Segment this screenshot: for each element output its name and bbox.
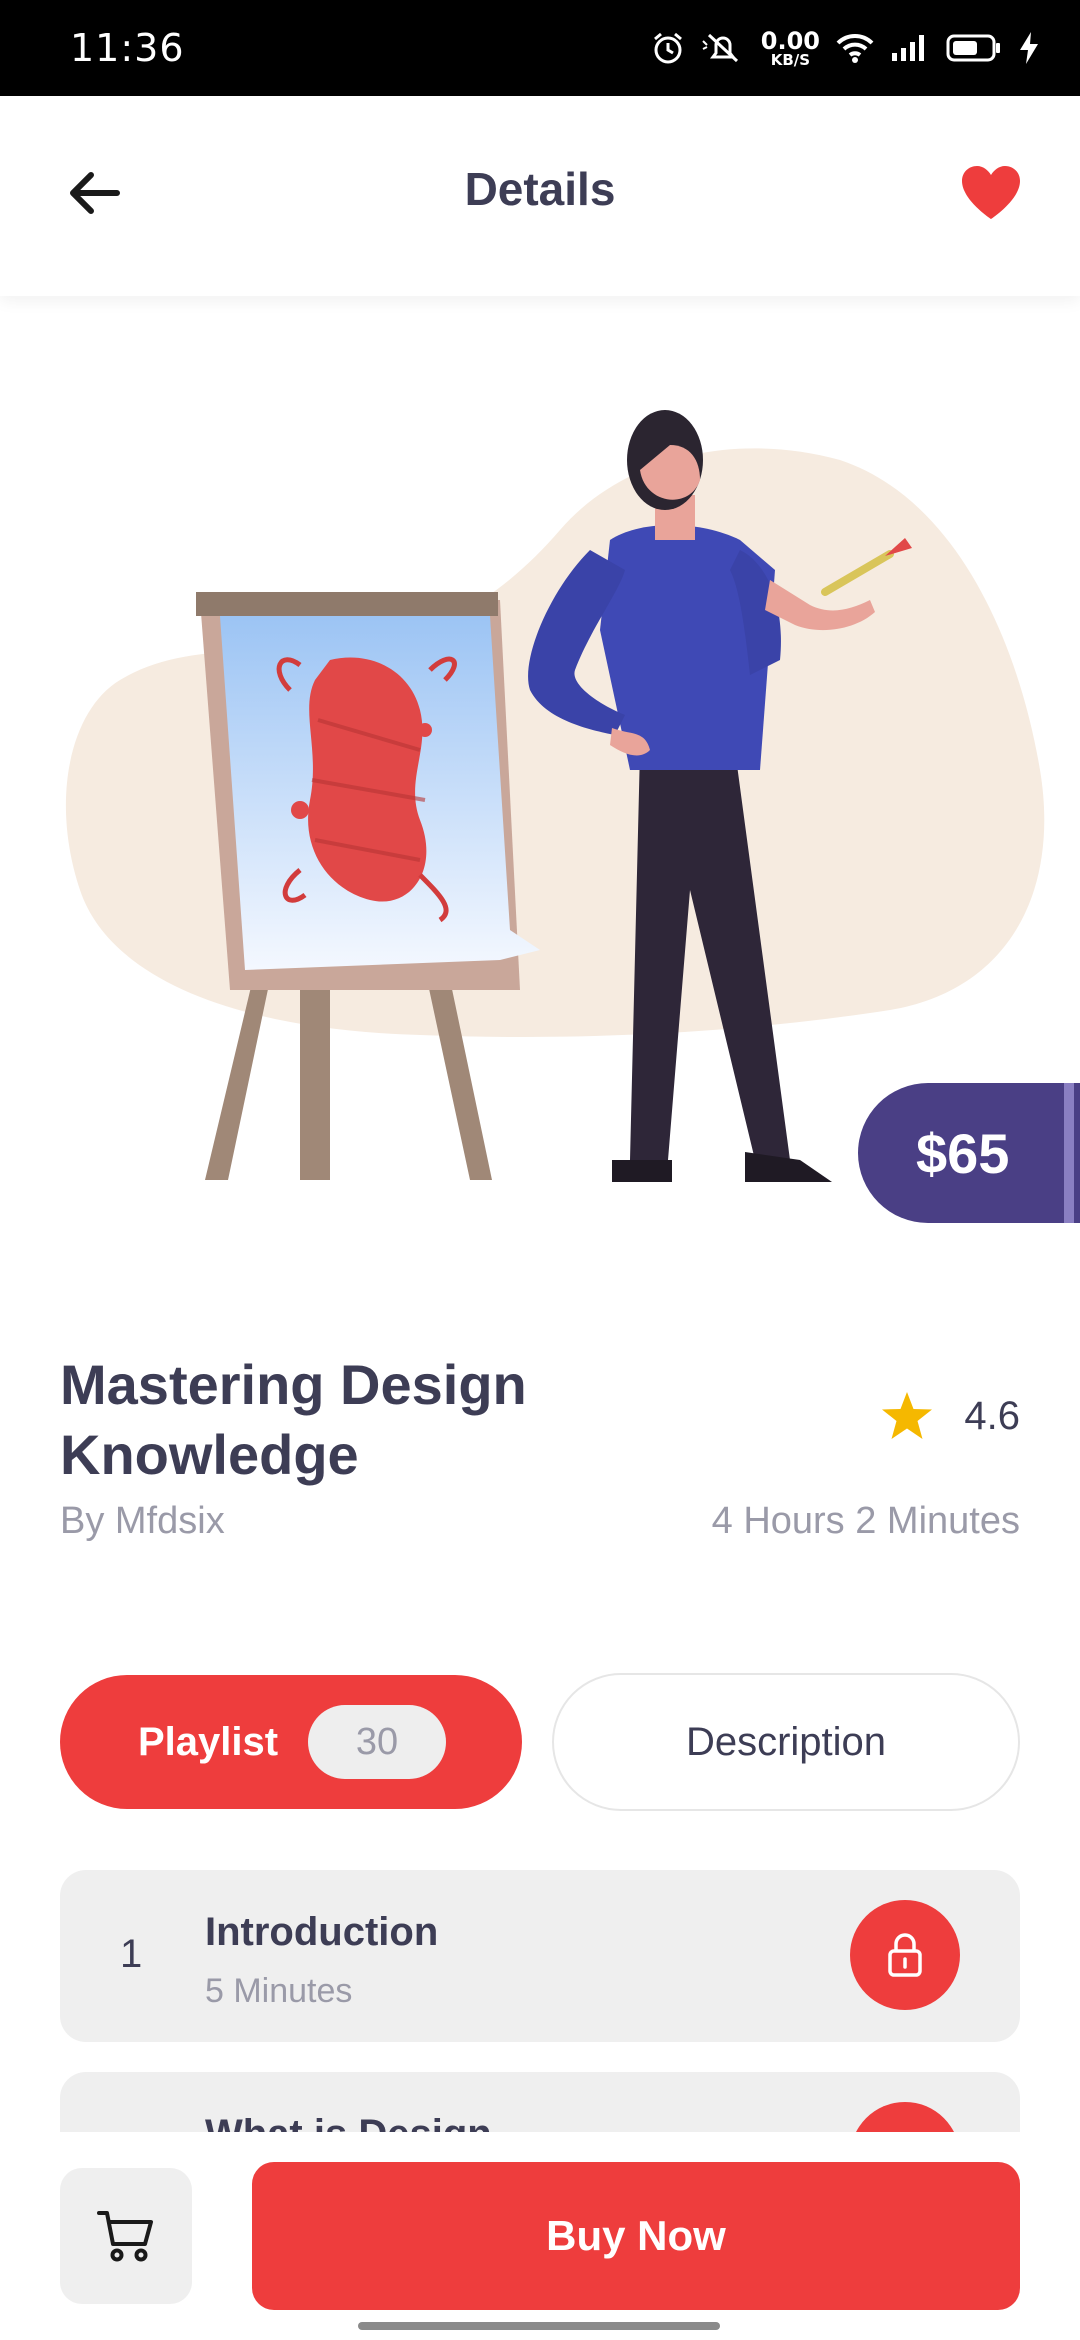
course-title-line2: Knowledge (60, 1423, 359, 1486)
tab-playlist-label: Playlist (138, 1719, 279, 1764)
app-header: Details (0, 96, 1080, 296)
course-rating: 4.6 (880, 1390, 1020, 1442)
lesson-list[interactable]: 1 Introduction 5 Minutes 2 What is Desig… (0, 1870, 1080, 2132)
status-icons: 0.00 KB/S (651, 22, 1040, 74)
lesson-lock-button[interactable] (850, 1900, 960, 2010)
lesson-item[interactable]: 2 What is Design (60, 2072, 1020, 2132)
alarm-icon (653, 32, 682, 64)
star-icon (882, 1392, 933, 1439)
course-duration: 4 Hours 2 Minutes (711, 1500, 1020, 1542)
price-tag-edge (1064, 1083, 1074, 1223)
network-speed-unit: KB/S (770, 50, 811, 69)
tab-playlist[interactable]: Playlist 30 (60, 1675, 522, 1809)
rating-value: 4.6 (964, 1393, 1020, 1438)
lesson-lock-button[interactable] (850, 2102, 960, 2132)
price-tag: $65 (858, 1083, 1080, 1223)
lesson-title: What is Design (205, 2112, 492, 2132)
network-speed: 0.00 KB/S (761, 29, 820, 68)
lesson-title: Introduction (205, 1910, 439, 1954)
lesson-duration: 5 Minutes (205, 1972, 353, 2010)
favorite-button[interactable] (956, 162, 1026, 224)
course-author: By Mfdsix (60, 1500, 225, 1542)
bottom-action-bar: Buy Now (0, 2132, 1080, 2340)
course-price: $65 (916, 1121, 1010, 1185)
mute-icon (702, 33, 738, 63)
status-time: 11:36 (70, 26, 185, 70)
course-title-line1: Mastering Design (60, 1353, 527, 1416)
battery-icon (946, 34, 1000, 62)
page-title: Details (464, 163, 616, 215)
course-title: Mastering Design Knowledge (60, 1350, 620, 1490)
home-indicator[interactable] (358, 2322, 720, 2330)
lesson-item[interactable]: 1 Introduction 5 Minutes (60, 1870, 1020, 2042)
tab-description[interactable]: Description (552, 1673, 1020, 1811)
cart-button[interactable] (60, 2168, 192, 2304)
lock-icon (888, 1933, 922, 1977)
buy-now-button[interactable]: Buy Now (252, 2162, 1020, 2310)
cart-icon (97, 2211, 153, 2262)
heart-icon (962, 166, 1020, 219)
status-bar: 11:36 0.00 KB/S (0, 0, 1080, 96)
charging-icon (1020, 32, 1038, 64)
playlist-count-badge: 30 (308, 1705, 446, 1779)
network-speed-value: 0.00 (760, 26, 820, 55)
signal-icon (892, 35, 924, 61)
wifi-icon (836, 33, 874, 63)
lesson-number: 1 (120, 1932, 143, 1976)
